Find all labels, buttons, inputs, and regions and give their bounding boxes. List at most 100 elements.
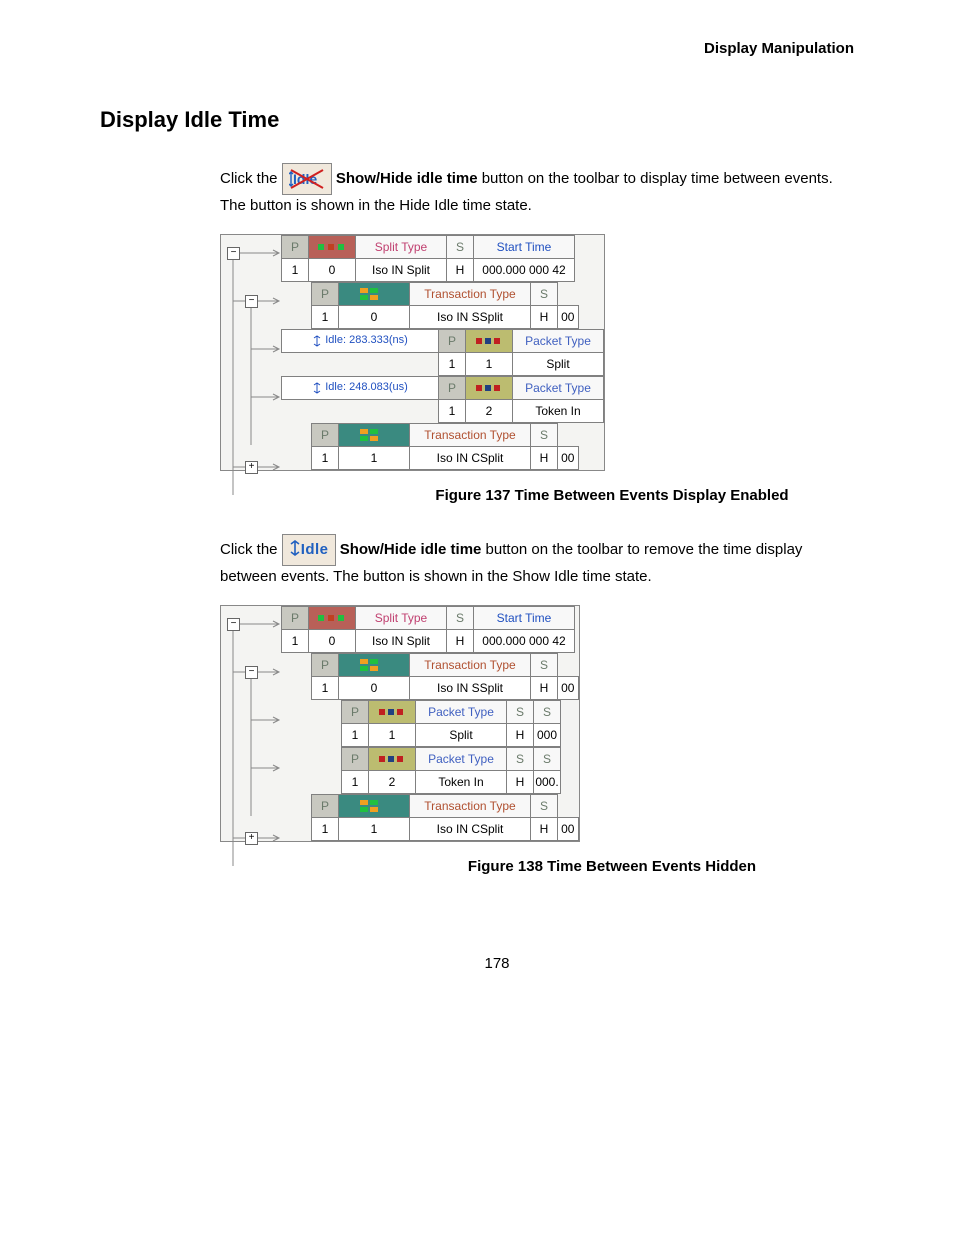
cell: Iso IN CSplit bbox=[410, 446, 531, 469]
trace-table-2: P Split Type S Start Time 1 0 Iso IN Spl… bbox=[281, 606, 575, 653]
cell: H bbox=[447, 258, 474, 281]
cell: 1 bbox=[439, 399, 466, 422]
transaction-type-header: Transaction Type bbox=[410, 282, 531, 305]
cell: Iso IN Split bbox=[356, 629, 447, 652]
packet-type-header: Packet Type bbox=[513, 329, 604, 352]
col-p: P bbox=[282, 235, 309, 258]
col-s: S bbox=[531, 282, 558, 305]
col-p: P bbox=[312, 423, 339, 446]
idle-row-2: Idle: 248.083(us) P Packet Type 1 2 Toke… bbox=[281, 376, 604, 423]
packet-icon bbox=[466, 329, 513, 352]
idle-arrow-icon bbox=[312, 382, 322, 394]
cell: 1 bbox=[369, 723, 416, 746]
split-icon bbox=[309, 606, 356, 629]
cell: H bbox=[507, 770, 534, 793]
cell: 1 bbox=[339, 817, 410, 840]
cell: 000.000 000 42 bbox=[474, 629, 575, 652]
cell: 1 bbox=[282, 258, 309, 281]
para2-bold: Show/Hide idle time bbox=[340, 541, 482, 558]
para1-pre: Click the bbox=[220, 170, 282, 187]
idle-arrow-icon bbox=[312, 335, 322, 347]
cell: 00 bbox=[558, 817, 579, 840]
cell: 00 bbox=[558, 305, 579, 328]
cell: 1 bbox=[466, 352, 513, 375]
trace-table-1b: P Transaction Type S 1 0 Iso IN SSplit H… bbox=[311, 282, 579, 329]
col-s: S bbox=[507, 747, 534, 770]
figure-137-screenshot: − − + P Split Type S Start Time 1 0 Iso … bbox=[220, 234, 605, 471]
cell: Split bbox=[513, 352, 604, 375]
col-p: P bbox=[342, 700, 369, 723]
cell: 2 bbox=[466, 399, 513, 422]
col-p: P bbox=[439, 329, 466, 352]
idle-time-label: Idle: 283.333(ns) bbox=[282, 329, 439, 352]
transaction-icon bbox=[339, 653, 410, 676]
tree-expander-collapse[interactable]: − bbox=[245, 295, 258, 308]
cell: 00 bbox=[558, 446, 579, 469]
trace-table-1c: P Transaction Type S 1 1 Iso IN CSplit H… bbox=[311, 423, 579, 470]
cell: 0 bbox=[339, 676, 410, 699]
tree-expander-expand[interactable]: + bbox=[245, 832, 258, 845]
para2-pre: Click the bbox=[220, 541, 282, 558]
cell: H bbox=[531, 676, 558, 699]
cell: 1 bbox=[312, 305, 339, 328]
col-s: S bbox=[531, 794, 558, 817]
figure-138-caption: Figure 138 Time Between Events Hidden bbox=[100, 858, 894, 875]
tree-expander-collapse[interactable]: − bbox=[227, 618, 240, 631]
cell: 2 bbox=[369, 770, 416, 793]
packet-type-header: Packet Type bbox=[416, 747, 507, 770]
tree-expander-collapse[interactable]: − bbox=[245, 666, 258, 679]
trace-table-2e: P Transaction Type S 1 1 Iso IN CSplit H… bbox=[311, 794, 579, 841]
cell: Iso IN Split bbox=[356, 258, 447, 281]
show-idle-toolbar-button[interactable]: Idle bbox=[282, 534, 336, 567]
idle-time-label: Idle: 248.083(us) bbox=[282, 376, 439, 399]
cell: 1 bbox=[342, 723, 369, 746]
col-p: P bbox=[439, 376, 466, 399]
col-p: P bbox=[312, 794, 339, 817]
transaction-type-header: Transaction Type bbox=[410, 423, 531, 446]
cell: Token In bbox=[513, 399, 604, 422]
split-icon bbox=[309, 235, 356, 258]
cell: H bbox=[531, 817, 558, 840]
idle-text: Idle: 248.083(us) bbox=[325, 381, 408, 393]
col-p: P bbox=[342, 747, 369, 770]
idle-row-1: Idle: 283.333(ns) P Packet Type 1 1 Spli… bbox=[281, 329, 604, 376]
idle-button-label: Idle bbox=[301, 541, 329, 558]
idle-text: Idle: 283.333(ns) bbox=[325, 334, 408, 346]
cell: Token In bbox=[416, 770, 507, 793]
cell: 1 bbox=[312, 817, 339, 840]
paragraph-2: Click the Idle Show/Hide idle time butto… bbox=[220, 534, 860, 589]
col-p: P bbox=[312, 653, 339, 676]
cell: H bbox=[507, 723, 534, 746]
cell: 00 bbox=[558, 676, 579, 699]
para1-bold: Show/Hide idle time bbox=[336, 170, 478, 187]
cell: Split bbox=[416, 723, 507, 746]
col-p: P bbox=[312, 282, 339, 305]
cell: 0 bbox=[309, 258, 356, 281]
tree-expander-collapse[interactable]: − bbox=[227, 247, 240, 260]
cell: 1 bbox=[439, 352, 466, 375]
transaction-type-header: Transaction Type bbox=[410, 653, 531, 676]
col-s: S bbox=[531, 653, 558, 676]
transaction-icon bbox=[339, 794, 410, 817]
cell: H bbox=[531, 305, 558, 328]
transaction-type-header: Transaction Type bbox=[410, 794, 531, 817]
cell: 000.000 000 42 bbox=[474, 258, 575, 281]
trace-table-2b: P Transaction Type S 1 0 Iso IN SSplit H… bbox=[311, 653, 579, 700]
transaction-icon bbox=[339, 282, 410, 305]
page-header: Display Manipulation bbox=[100, 40, 894, 57]
col-s: S bbox=[447, 235, 474, 258]
cell: Iso IN SSplit bbox=[410, 676, 531, 699]
col-p: P bbox=[282, 606, 309, 629]
col-s: S bbox=[507, 700, 534, 723]
tree-lines bbox=[221, 235, 281, 495]
tree-expander-expand[interactable]: + bbox=[245, 461, 258, 474]
cell: H bbox=[447, 629, 474, 652]
cell: 000 bbox=[534, 723, 561, 746]
packet-type-header: Packet Type bbox=[416, 700, 507, 723]
trace-table-2d: P Packet Type S S 1 2 Token In H 000. bbox=[341, 747, 561, 794]
col-s: S bbox=[447, 606, 474, 629]
start-time-header: Start Time bbox=[474, 235, 575, 258]
cell: H bbox=[531, 446, 558, 469]
packet-icon bbox=[466, 376, 513, 399]
hide-idle-toolbar-button[interactable]: Idle bbox=[282, 163, 332, 195]
